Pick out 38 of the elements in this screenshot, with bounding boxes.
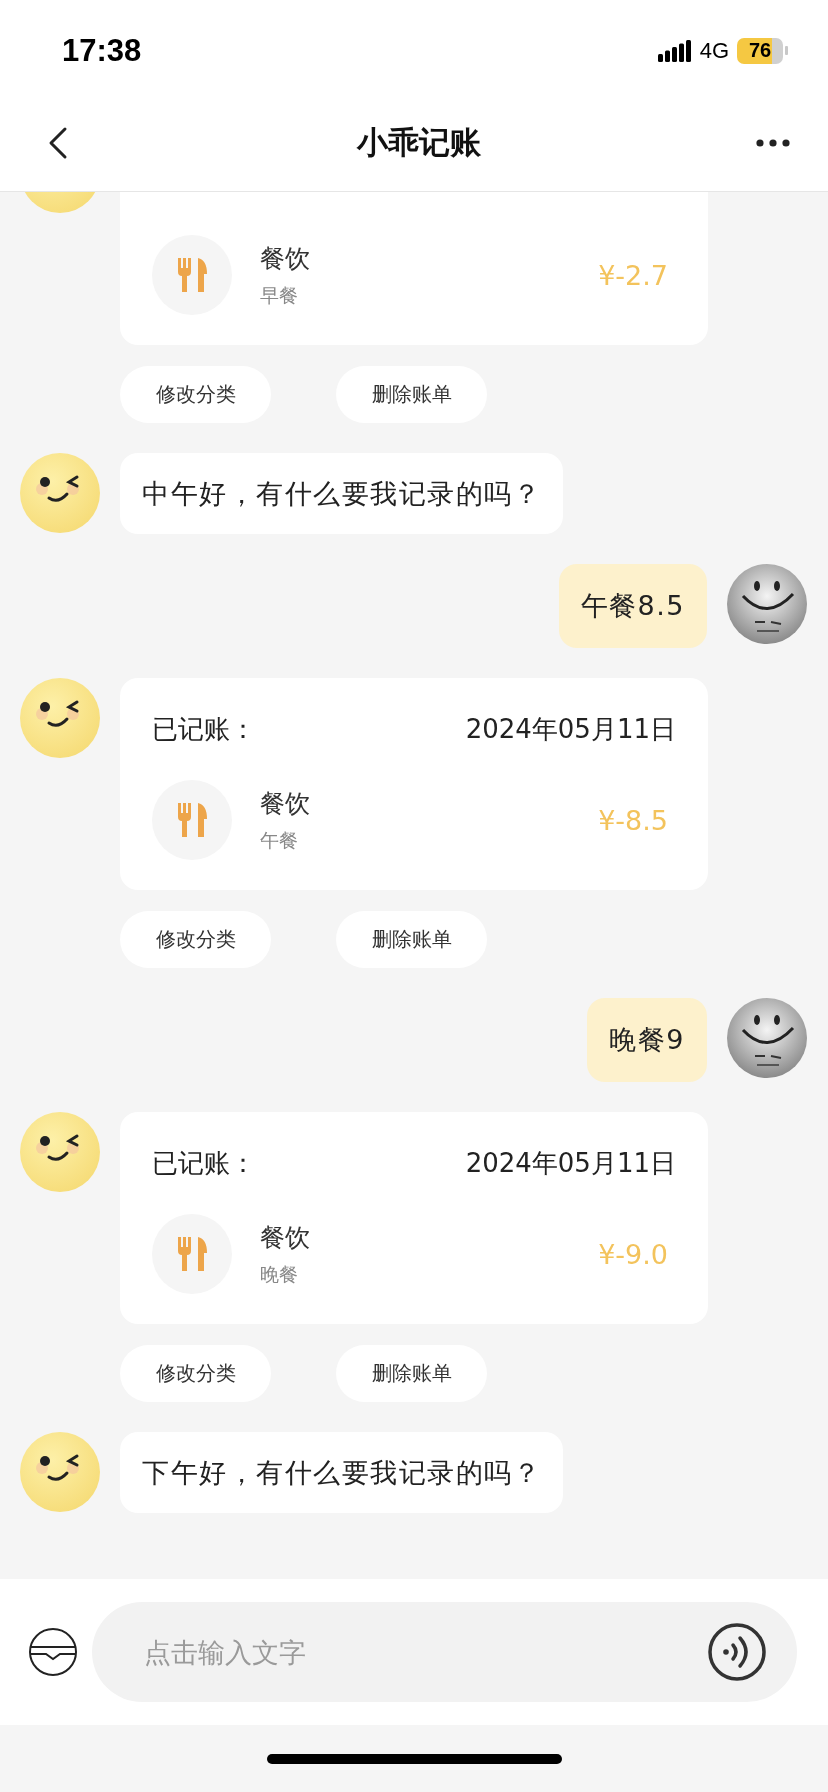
network-label: 4G xyxy=(699,37,729,64)
record-amount: ¥-2.7 xyxy=(598,259,668,291)
record-note: 晚餐 xyxy=(260,1261,299,1287)
message-bubble: 晚餐9 xyxy=(587,998,707,1082)
delete-bill-button[interactable]: 删除账单 xyxy=(336,1345,487,1402)
delete-bill-button[interactable]: 删除账单 xyxy=(336,366,487,423)
record-label: 已记账： xyxy=(152,712,256,746)
voice-icon[interactable] xyxy=(707,1622,767,1682)
status-time: 17:38 xyxy=(62,32,142,69)
category-name: 餐饮 xyxy=(260,1221,311,1254)
record-note: 午餐 xyxy=(260,827,299,853)
delete-bill-button[interactable]: 删除账单 xyxy=(336,911,487,968)
record-label: 已记账： xyxy=(152,1146,256,1180)
battery-level: 76 xyxy=(737,37,783,64)
message-bubble: 下午好，有什么要我记录的吗？ xyxy=(120,1432,563,1513)
edit-category-button[interactable]: 修改分类 xyxy=(120,366,271,423)
edit-category-button[interactable]: 修改分类 xyxy=(120,911,271,968)
fork-knife-icon xyxy=(176,803,208,837)
back-button[interactable] xyxy=(48,126,68,160)
signal-icon xyxy=(657,39,692,62)
page-title: 小乖记账 xyxy=(355,123,482,162)
more-button[interactable] xyxy=(756,139,790,147)
battery-cap-icon xyxy=(785,46,788,55)
record-amount: ¥-9.0 xyxy=(598,1238,668,1270)
record-date: 2024年05月11日 xyxy=(465,1146,676,1180)
message-input-field[interactable]: 点击输入文字 xyxy=(142,1635,707,1669)
wallet-icon[interactable] xyxy=(28,1627,78,1677)
message-bubble: 午餐8.5 xyxy=(558,564,707,648)
category-name: 餐饮 xyxy=(260,242,311,275)
record-amount: ¥-8.5 xyxy=(598,804,668,836)
fork-knife-icon xyxy=(176,1237,208,1271)
record-note: 早餐 xyxy=(260,282,299,308)
fork-knife-icon xyxy=(176,258,208,292)
edit-category-button[interactable]: 修改分类 xyxy=(120,1345,271,1402)
message-bubble: 中午好，有什么要我记录的吗？ xyxy=(120,453,563,534)
record-date: 2024年05月11日 xyxy=(465,712,676,746)
category-name: 餐饮 xyxy=(260,787,311,820)
input-field[interactable]: 点击输入文字 xyxy=(92,1602,797,1702)
